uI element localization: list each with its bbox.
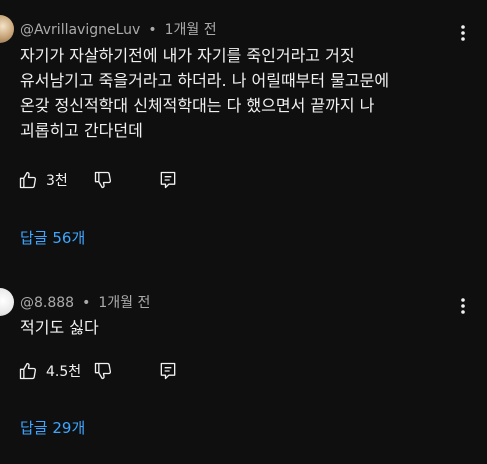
thumbs-down-icon — [93, 170, 113, 190]
more-vert-icon[interactable] — [452, 22, 474, 44]
reply-comment-icon — [158, 361, 178, 381]
reply-button[interactable] — [158, 170, 178, 190]
reply-button[interactable] — [158, 361, 178, 381]
like-count: 4.5천 — [46, 364, 82, 380]
thumbs-down-icon — [93, 361, 113, 381]
dislike-button[interactable] — [93, 170, 113, 190]
replies-toggle[interactable]: 답글 29개 — [20, 417, 85, 438]
comment-time[interactable]: 1개월 전 — [98, 295, 150, 311]
replies-toggle[interactable]: 답글 56개 — [20, 227, 85, 248]
meta-separator: • — [148, 22, 157, 38]
meta-separator: • — [82, 295, 91, 311]
like-button[interactable]: 3천 — [18, 170, 68, 190]
dislike-button[interactable] — [93, 361, 113, 381]
comment-time[interactable]: 1개월 전 — [165, 22, 217, 38]
thumbs-up-icon — [18, 170, 38, 190]
comment-meta: @8.888 • 1개월 전 — [20, 292, 150, 312]
comment-author[interactable]: @AvrillavigneLuv — [20, 22, 140, 38]
thumbs-up-icon — [18, 361, 38, 381]
comment-author[interactable]: @8.888 — [20, 295, 74, 311]
comment-text: 자기가 자살하기전에 내가 자기를 죽인거라고 거짓 유서남기고 죽을거라고 하… — [20, 46, 390, 140]
comment-meta: @AvrillavigneLuv • 1개월 전 — [20, 19, 217, 39]
reply-comment-icon — [158, 170, 178, 190]
more-vert-icon[interactable] — [452, 295, 474, 317]
avatar[interactable] — [0, 288, 14, 316]
avatar[interactable] — [0, 15, 14, 43]
comment-text: 적기도 싫다 — [20, 318, 99, 337]
like-button[interactable]: 4.5천 — [18, 361, 81, 381]
like-count: 3천 — [46, 173, 68, 189]
